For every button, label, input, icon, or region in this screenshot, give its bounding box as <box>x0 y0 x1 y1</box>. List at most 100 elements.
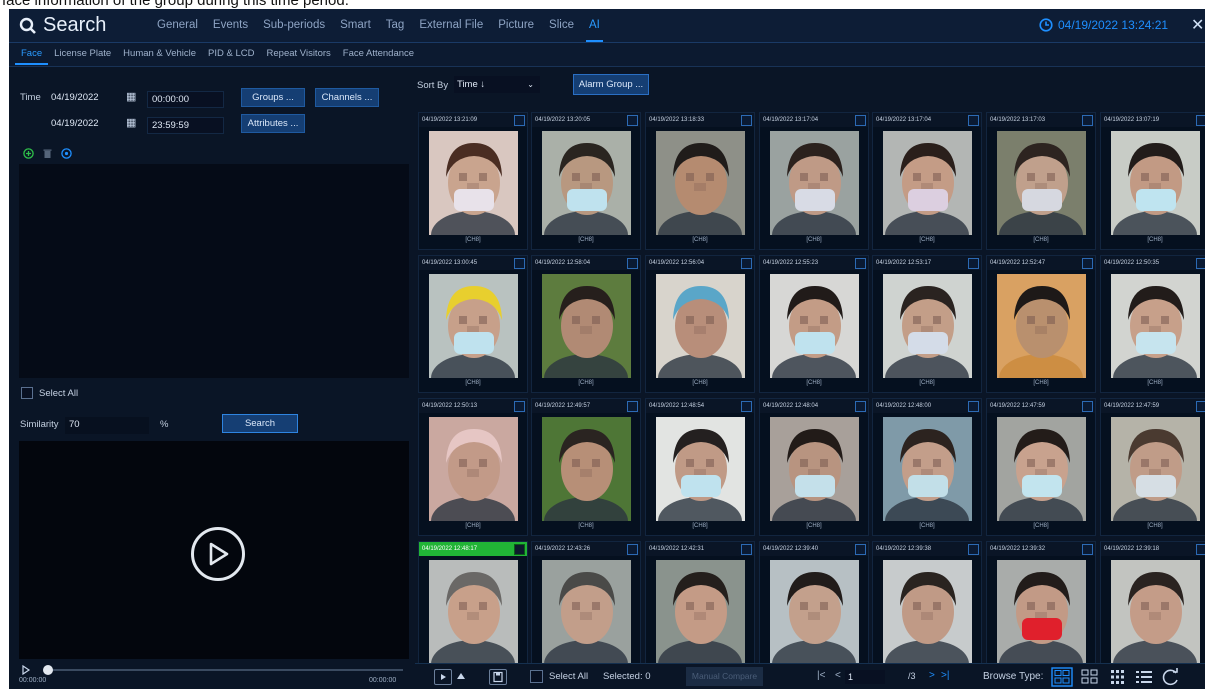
calendar-icon[interactable]: ▦ <box>126 90 136 103</box>
tab-slice[interactable]: Slice <box>549 19 574 31</box>
face-result-card[interactable]: 04/19/2022 12:47:59 [CH8] <box>1100 398 1205 536</box>
first-page-icon[interactable]: |< <box>817 670 825 681</box>
settings-icon[interactable] <box>61 148 72 159</box>
card-checkbox[interactable] <box>627 544 638 555</box>
card-checkbox[interactable] <box>855 401 866 412</box>
face-result-card[interactable]: 04/19/2022 12:58:04 [CH8] <box>531 255 641 393</box>
subtab-human-vehicle[interactable]: Human & Vehicle <box>123 48 196 59</box>
alarm-group-button[interactable]: Alarm Group ... <box>573 74 649 95</box>
tab-tag[interactable]: Tag <box>386 19 405 31</box>
face-result-card[interactable]: 04/19/2022 12:50:13 [CH8] <box>418 398 528 536</box>
card-checkbox[interactable] <box>968 258 979 269</box>
grid-small-icon[interactable] <box>1109 668 1127 686</box>
attributes-button[interactable]: Attributes ... <box>241 114 305 133</box>
timeline-track[interactable] <box>47 669 403 671</box>
tab-external-file[interactable]: External File <box>419 19 483 31</box>
grid-large-icon[interactable] <box>1051 667 1073 687</box>
card-checkbox[interactable] <box>627 401 638 412</box>
groups-button[interactable]: Groups ... <box>241 88 305 107</box>
last-page-icon[interactable]: >| <box>941 670 949 681</box>
face-result-card[interactable]: 04/19/2022 12:39:40 [CH8] <box>759 541 869 679</box>
card-checkbox[interactable] <box>741 544 752 555</box>
face-result-card[interactable]: 04/19/2022 13:07:19 [CH8] <box>1100 112 1205 250</box>
card-checkbox[interactable] <box>1196 258 1205 269</box>
add-icon[interactable] <box>23 148 34 159</box>
channels-button[interactable]: Channels ... <box>315 88 379 107</box>
face-result-card[interactable]: 04/19/2022 13:18:33 [CH8] <box>645 112 755 250</box>
face-result-card[interactable]: 04/19/2022 13:00:45 [CH8] <box>418 255 528 393</box>
play-icon[interactable] <box>191 527 245 581</box>
card-checkbox[interactable] <box>1082 258 1093 269</box>
face-result-card[interactable]: 04/19/2022 13:17:04 [CH8] <box>872 112 982 250</box>
face-result-card[interactable]: 04/19/2022 12:39:38 [CH8] <box>872 541 982 679</box>
play-clip-icon[interactable] <box>434 669 452 685</box>
card-checkbox[interactable] <box>1082 115 1093 126</box>
card-checkbox[interactable] <box>741 258 752 269</box>
sort-select[interactable]: Time ↓ ⌄ <box>454 76 540 93</box>
face-result-card[interactable]: 04/19/2022 12:42:31 [CH8] <box>645 541 755 679</box>
timeline-handle[interactable] <box>43 665 53 675</box>
face-result-card[interactable]: 04/19/2022 12:49:57 [CH8] <box>531 398 641 536</box>
card-checkbox[interactable] <box>855 258 866 269</box>
card-checkbox[interactable] <box>1082 401 1093 412</box>
select-all-checkbox[interactable] <box>21 387 33 399</box>
subtab-license-plate[interactable]: License Plate <box>54 48 111 59</box>
manual-compare-button[interactable]: Manual Compare <box>686 667 763 686</box>
play-small-icon[interactable] <box>21 665 31 675</box>
card-checkbox[interactable] <box>741 115 752 126</box>
face-result-card[interactable]: 04/19/2022 13:17:03 [CH8] <box>986 112 1096 250</box>
similarity-input[interactable]: 70 <box>65 417 149 434</box>
subtab-face-attendance[interactable]: Face Attendance <box>343 48 414 59</box>
face-result-card[interactable]: 04/19/2022 12:48:54 [CH8] <box>645 398 755 536</box>
group-list[interactable] <box>19 164 409 378</box>
list-view-icon[interactable] <box>1135 668 1153 686</box>
card-checkbox[interactable] <box>968 544 979 555</box>
card-checkbox[interactable] <box>1196 401 1205 412</box>
face-result-card[interactable]: 04/19/2022 12:43:26 [CH8] <box>531 541 641 679</box>
face-result-card[interactable]: 04/19/2022 12:56:04 [CH8] <box>645 255 755 393</box>
tab-smart[interactable]: Smart <box>340 19 371 31</box>
refresh-icon[interactable] <box>1161 667 1181 687</box>
subtab-repeat-visitors[interactable]: Repeat Visitors <box>267 48 331 59</box>
start-date-field[interactable]: 04/19/2022 <box>47 90 119 107</box>
card-checkbox[interactable] <box>1196 115 1205 126</box>
tab-sub-periods[interactable]: Sub-periods <box>263 19 325 31</box>
card-checkbox[interactable] <box>1196 544 1205 555</box>
card-checkbox[interactable] <box>968 401 979 412</box>
subtab-face[interactable]: Face <box>14 48 49 65</box>
delete-icon[interactable] <box>42 148 53 159</box>
end-time-field[interactable]: 23:59:59 <box>147 117 224 134</box>
face-result-card[interactable]: 04/19/2022 12:52:47 [CH8] <box>986 255 1096 393</box>
face-result-card[interactable]: 04/19/2022 12:39:32 [CH8] <box>986 541 1096 679</box>
next-page-icon[interactable]: > <box>929 670 935 681</box>
card-checkbox[interactable] <box>514 544 525 555</box>
tab-events[interactable]: Events <box>213 19 248 31</box>
card-checkbox[interactable] <box>855 544 866 555</box>
tab-general[interactable]: General <box>157 19 198 31</box>
face-result-card[interactable]: 04/19/2022 12:55:23 [CH8] <box>759 255 869 393</box>
card-checkbox[interactable] <box>968 115 979 126</box>
face-result-card[interactable]: 04/19/2022 12:48:00 [CH8] <box>872 398 982 536</box>
card-checkbox[interactable] <box>514 258 525 269</box>
card-checkbox[interactable] <box>514 115 525 126</box>
card-checkbox[interactable] <box>627 258 638 269</box>
calendar-icon[interactable]: ▦ <box>126 116 136 129</box>
caret-up-icon[interactable] <box>457 673 465 679</box>
close-icon[interactable]: ✕ <box>1191 15 1204 35</box>
tab-picture[interactable]: Picture <box>498 19 534 31</box>
face-result-card[interactable]: 04/19/2022 13:20:05 [CH8] <box>531 112 641 250</box>
face-result-card[interactable]: 04/19/2022 12:53:17 [CH8] <box>872 255 982 393</box>
face-result-card[interactable]: 04/19/2022 12:39:18 [CH8] <box>1100 541 1205 679</box>
grid-medium-icon[interactable] <box>1081 668 1099 686</box>
card-checkbox[interactable] <box>1082 544 1093 555</box>
subtab-pid-lcd[interactable]: PID & LCD <box>208 48 254 59</box>
end-date-field[interactable]: 04/19/2022 <box>47 116 119 133</box>
start-time-field[interactable]: 00:00:00 <box>147 91 224 108</box>
search-button[interactable]: Search <box>222 414 298 433</box>
page-input[interactable]: 1 <box>845 670 885 684</box>
save-icon[interactable] <box>489 669 507 685</box>
face-result-card[interactable]: 04/19/2022 12:48:17 [CH8] [F1293] <box>418 541 528 679</box>
card-checkbox[interactable] <box>855 115 866 126</box>
face-result-card[interactable]: 04/19/2022 12:50:35 [CH8] <box>1100 255 1205 393</box>
face-result-card[interactable]: 04/19/2022 13:17:04 [CH8] <box>759 112 869 250</box>
